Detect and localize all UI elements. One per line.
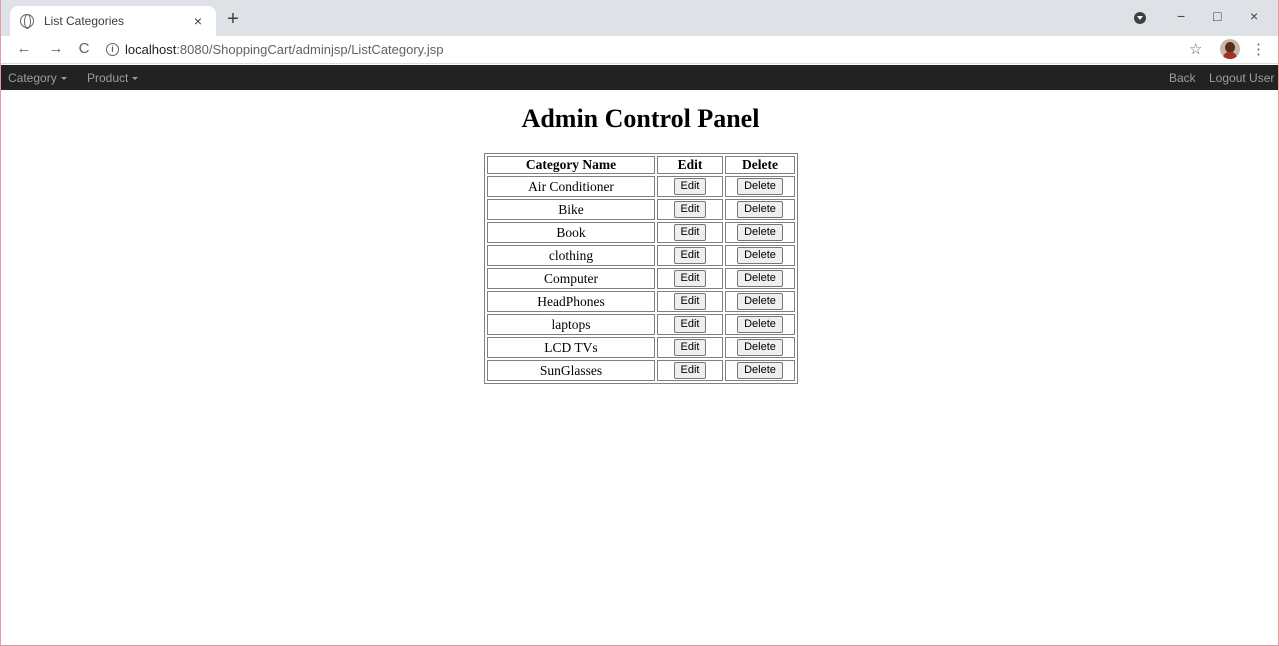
address-toolbar: ← → C i localhost:8080/ShoppingCart/admi… [1, 36, 1278, 64]
delete-cell: Delete [725, 176, 795, 197]
edit-button[interactable]: Edit [673, 293, 707, 311]
edit-button[interactable]: Edit [673, 201, 707, 219]
edit-cell: Edit [657, 360, 723, 381]
browser-window: List Categories × + − □ × ← → C i localh… [0, 0, 1279, 646]
category-name-cell: Book [487, 222, 655, 243]
tab-strip: List Categories × + − □ × [1, 0, 1278, 36]
edit-cell: Edit [657, 291, 723, 312]
delete-cell: Delete [725, 360, 795, 381]
forward-arrow-icon[interactable]: → [47, 40, 65, 58]
edit-cell: Edit [657, 245, 723, 266]
maximize-button[interactable]: □ [1213, 8, 1221, 24]
edit-button[interactable]: Edit [673, 247, 707, 265]
nav-category-dropdown[interactable]: Category [8, 71, 67, 85]
new-tab-button[interactable]: + [223, 8, 243, 30]
category-name-cell: Bike [487, 199, 655, 220]
delete-cell: Delete [725, 199, 795, 220]
table-row: HeadPhones Edit Delete [487, 291, 795, 312]
back-arrow-icon[interactable]: ← [15, 40, 33, 58]
edit-button[interactable]: Edit [673, 362, 707, 380]
header-category-name: Category Name [487, 156, 655, 174]
delete-cell: Delete [725, 291, 795, 312]
table-row: LCD TVs Edit Delete [487, 337, 795, 358]
delete-cell: Delete [725, 245, 795, 266]
delete-button[interactable]: Delete [737, 293, 783, 311]
edit-cell: Edit [657, 222, 723, 243]
edit-button[interactable]: Edit [673, 178, 707, 196]
header-delete: Delete [725, 156, 795, 174]
url-path: :8080/ShoppingCart/adminjsp/ListCategory… [176, 42, 444, 57]
table-row: Book Edit Delete [487, 222, 795, 243]
delete-cell: Delete [725, 222, 795, 243]
delete-button[interactable]: Delete [737, 178, 783, 196]
globe-icon [20, 14, 34, 29]
table-row: clothing Edit Delete [487, 245, 795, 266]
delete-button[interactable]: Delete [737, 247, 783, 265]
category-name-cell: clothing [487, 245, 655, 266]
delete-button[interactable]: Delete [737, 316, 783, 334]
nav-back-link[interactable]: Back [1169, 71, 1196, 85]
table-row: Bike Edit Delete [487, 199, 795, 220]
nav-category-label: Category [8, 71, 57, 85]
edit-button[interactable]: Edit [673, 224, 707, 242]
edit-button[interactable]: Edit [673, 270, 707, 288]
page-title: Admin Control Panel [521, 104, 760, 133]
delete-cell: Delete [725, 268, 795, 289]
category-name-cell: Air Conditioner [487, 176, 655, 197]
reload-icon[interactable]: C [75, 40, 93, 58]
delete-cell: Delete [725, 314, 795, 335]
caret-down-icon [132, 77, 139, 81]
category-name-cell: HeadPhones [487, 291, 655, 312]
delete-cell: Delete [725, 337, 795, 358]
nav-logout-link[interactable]: Logout User [1209, 71, 1274, 85]
category-name-cell: LCD TVs [487, 337, 655, 358]
table-row: Air Conditioner Edit Delete [487, 176, 795, 197]
edit-cell: Edit [657, 176, 723, 197]
category-table: Category Name Edit Delete Air Conditione… [484, 153, 798, 384]
table-header-row: Category Name Edit Delete [487, 156, 795, 174]
edit-cell: Edit [657, 199, 723, 220]
nav-product-dropdown[interactable]: Product [87, 71, 139, 85]
edit-button[interactable]: Edit [673, 316, 707, 334]
category-name-cell: laptops [487, 314, 655, 335]
edit-cell: Edit [657, 268, 723, 289]
delete-button[interactable]: Delete [737, 201, 783, 219]
url-host: localhost [125, 42, 177, 57]
address-bar[interactable]: localhost:8080/ShoppingCart/adminjsp/Lis… [125, 42, 443, 57]
tab-list-categories[interactable]: List Categories × [10, 6, 216, 36]
profile-avatar[interactable] [1220, 39, 1240, 59]
table-row: laptops Edit Delete [487, 314, 795, 335]
table-row: Computer Edit Delete [487, 268, 795, 289]
caret-down-icon [60, 77, 67, 81]
edit-cell: Edit [657, 314, 723, 335]
delete-button[interactable]: Delete [737, 339, 783, 357]
app-navbar: Category Product Back Logout User [1, 65, 1278, 90]
extension-icon[interactable] [1134, 12, 1146, 24]
category-name-cell: Computer [487, 268, 655, 289]
delete-button[interactable]: Delete [737, 362, 783, 380]
tab-close-icon[interactable]: × [190, 13, 206, 29]
nav-product-label: Product [87, 71, 129, 85]
tab-title: List Categories [44, 14, 125, 28]
edit-cell: Edit [657, 337, 723, 358]
header-edit: Edit [657, 156, 723, 174]
delete-button[interactable]: Delete [737, 224, 783, 242]
delete-button[interactable]: Delete [737, 270, 783, 288]
minimize-button[interactable]: − [1177, 8, 1185, 24]
edit-button[interactable]: Edit [673, 339, 707, 357]
bookmark-star-icon[interactable]: ☆ [1189, 40, 1202, 58]
close-window-button[interactable]: × [1250, 8, 1258, 24]
info-icon[interactable]: i [106, 43, 119, 56]
table-row: SunGlasses Edit Delete [487, 360, 795, 381]
browser-menu-icon[interactable]: ⋮ [1251, 40, 1266, 58]
category-name-cell: SunGlasses [487, 360, 655, 381]
